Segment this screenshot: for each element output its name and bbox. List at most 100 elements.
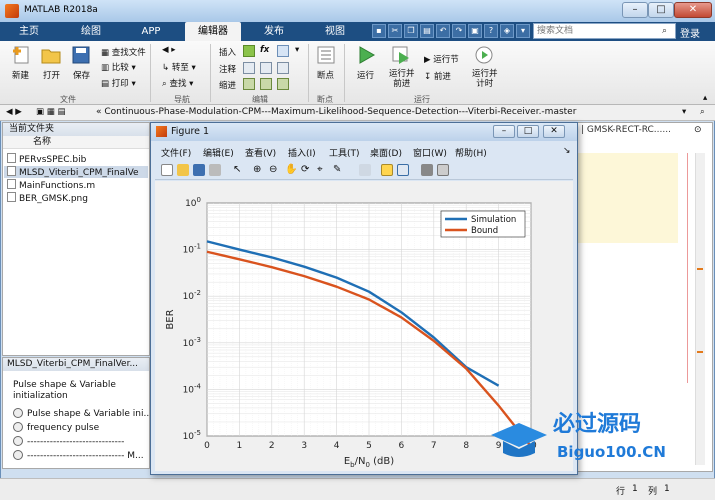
quick-cut-icon[interactable]: ✂	[388, 24, 402, 38]
comment-icon[interactable]	[243, 62, 255, 74]
redo-icon[interactable]: ↷	[452, 24, 466, 38]
menu-help[interactable]: 帮助(H)	[455, 146, 487, 159]
indent-button[interactable]: 缩进	[219, 79, 236, 91]
quick-save-icon[interactable]: ▪	[372, 24, 386, 38]
quick-copy-icon[interactable]: ❐	[404, 24, 418, 38]
tab-view[interactable]: 视图	[310, 22, 360, 41]
back-nav-icon[interactable]: ◀ ▸	[162, 45, 176, 55]
tab-apps[interactable]: APP	[126, 22, 176, 41]
details-item[interactable]: frequency pulse	[13, 422, 99, 433]
window-switch-icon[interactable]: ▣	[468, 24, 482, 38]
advance-button[interactable]: ↧ 前进	[424, 70, 451, 82]
warning-marker[interactable]	[697, 351, 703, 353]
menu-view[interactable]: 查看(V)	[245, 146, 276, 159]
file-item[interactable]: PERvsSPEC.bib	[7, 153, 86, 165]
insert-more-icon[interactable]: ▾	[295, 45, 299, 55]
tab-publish[interactable]: 发布	[249, 22, 299, 41]
undo-icon[interactable]: ↶	[436, 24, 450, 38]
print-figure-icon[interactable]	[209, 164, 221, 176]
open-file-icon[interactable]	[177, 164, 189, 176]
print-button[interactable]: ▤ 打印 ▾	[101, 77, 136, 89]
figure-close-button[interactable]: ✕	[543, 125, 565, 138]
fx-button[interactable]: fx	[260, 45, 269, 55]
nav-back-icon[interactable]: ◀ ▶	[6, 107, 22, 117]
insert-button[interactable]: 插入	[219, 46, 236, 58]
increase-indent-icon[interactable]	[260, 78, 272, 90]
run-button-label[interactable]: 运行	[357, 69, 374, 81]
details-item[interactable]: Pulse shape & Variable ini...	[13, 408, 152, 419]
find-button[interactable]: ⌕ 查找 ▾	[162, 77, 193, 89]
pointer-icon[interactable]: ↖	[233, 164, 245, 176]
path-search-icon[interactable]: ⌕	[700, 107, 705, 117]
insert-control-icon[interactable]	[277, 45, 289, 57]
new-file-icon[interactable]	[11, 45, 33, 65]
menu-file[interactable]: 文件(F)	[161, 146, 191, 159]
current-path[interactable]: « Continuous-Phase-Modulation-CPM---Maxi…	[96, 107, 576, 117]
smart-indent-icon[interactable]	[243, 78, 255, 90]
details-item[interactable]: ------------------------------	[13, 436, 124, 447]
search-input[interactable]: 搜索文档	[533, 23, 676, 39]
data-cursor-icon[interactable]: ⌖	[317, 164, 329, 176]
open-button-label[interactable]: 打开	[43, 69, 60, 81]
login-link[interactable]: 登录	[680, 25, 700, 40]
breakpoint-icon[interactable]	[315, 45, 337, 65]
decrease-indent-icon[interactable]	[277, 78, 289, 90]
breakpoints-button[interactable]: 断点	[317, 69, 334, 81]
menu-desktop[interactable]: 桌面(D)	[370, 146, 402, 159]
figure-minimize-button[interactable]: –	[493, 125, 515, 138]
tab-home[interactable]: 主页	[4, 22, 54, 41]
legend-icon[interactable]	[397, 164, 409, 176]
zoom-out-icon[interactable]: ⊖	[269, 164, 281, 176]
warning-marker[interactable]	[697, 268, 703, 270]
brush-icon[interactable]: ✎	[333, 164, 345, 176]
menu-edit[interactable]: 编辑(E)	[203, 146, 234, 159]
minimize-button[interactable]: –	[622, 2, 648, 18]
tab-plots[interactable]: 绘图	[66, 22, 116, 41]
tab-editor[interactable]: 编辑器	[185, 22, 241, 41]
compare-button[interactable]: ▥ 比较 ▾	[101, 61, 136, 73]
uncomment-icon[interactable]	[260, 62, 272, 74]
search-icon[interactable]: ⌕	[662, 26, 667, 36]
save-button-label[interactable]: 保存	[73, 69, 90, 81]
file-item[interactable]: BER_GMSK.png	[7, 192, 88, 204]
pan-icon[interactable]: ✋	[285, 164, 297, 176]
find-files-button[interactable]: ▦ 查找文件	[101, 46, 146, 58]
menu-window[interactable]: 窗口(W)	[413, 146, 447, 159]
run-section-button[interactable]: ▶ 运行节	[424, 53, 459, 65]
details-item[interactable]: ------------------------------ M...	[13, 450, 144, 461]
menu-tools[interactable]: 工具(T)	[329, 146, 360, 159]
new-button-label[interactable]: 新建	[12, 69, 29, 81]
quick-paste-icon[interactable]: ▤	[420, 24, 434, 38]
menu-insert[interactable]: 插入(I)	[288, 146, 316, 159]
editor-scrollbar[interactable]	[695, 153, 705, 465]
undock-icon[interactable]: ↘	[563, 146, 571, 156]
rotate-icon[interactable]: ⟳	[301, 164, 313, 176]
goto-button[interactable]: ↳ 转至 ▾	[162, 61, 196, 73]
figure-maximize-button[interactable]: □	[517, 125, 539, 138]
colorbar-icon[interactable]	[381, 164, 393, 176]
editor-tab-label[interactable]: | GMSK-RECT-RC......	[581, 125, 671, 135]
save-figure-icon[interactable]	[193, 164, 205, 176]
open-folder-icon[interactable]	[40, 45, 62, 65]
editor-options-icon[interactable]: ⊙	[694, 125, 702, 135]
run-icon[interactable]	[355, 45, 377, 65]
new-figure-icon[interactable]	[161, 164, 173, 176]
run-time-icon[interactable]	[473, 45, 495, 65]
link-plot-icon[interactable]	[359, 164, 371, 176]
close-button[interactable]: ✕	[674, 2, 712, 18]
run-time-label[interactable]: 运行并 计时	[472, 69, 498, 89]
file-item[interactable]: MainFunctions.m	[7, 179, 95, 191]
zoom-in-icon[interactable]: ⊕	[253, 164, 265, 176]
name-column-header[interactable]: 名称	[3, 136, 149, 149]
community-icon[interactable]: ◈	[500, 24, 514, 38]
path-dropdown-icon[interactable]: ▾	[682, 107, 686, 117]
run-advance-label[interactable]: 运行并 前进	[389, 69, 415, 89]
ribbon-collapse-icon[interactable]: ▴	[703, 93, 707, 103]
help-icon[interactable]: ?	[484, 24, 498, 38]
run-advance-icon[interactable]	[391, 45, 413, 65]
options-icon[interactable]: ▾	[516, 24, 530, 38]
up-folder-icon[interactable]: ▣ ▦ ▤	[36, 107, 66, 117]
save-icon[interactable]	[70, 45, 92, 65]
insert-section-icon[interactable]	[243, 45, 255, 57]
file-item-selected[interactable]: MLSD_Viterbi_CPM_FinalVe	[4, 166, 148, 178]
